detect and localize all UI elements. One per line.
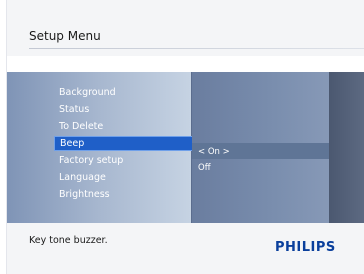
header-bar: Setup Menu xyxy=(7,0,364,56)
side-panel xyxy=(329,72,364,223)
setup-screen: Setup Menu Background Status To Delete B… xyxy=(6,0,364,274)
menu-item-factory-setup[interactable]: Factory setup xyxy=(59,153,123,168)
menu-item-language[interactable]: Language xyxy=(59,170,106,185)
page-title: Setup Menu xyxy=(29,29,101,43)
menu-item-to-delete[interactable]: To Delete xyxy=(59,119,103,134)
spacer xyxy=(7,56,364,72)
menu-area: Background Status To Delete Beep Factory… xyxy=(7,72,364,223)
footer-bar: Key tone buzzer. PHILIPS xyxy=(7,223,364,274)
menu-item-brightness[interactable]: Brightness xyxy=(59,187,110,202)
submenu-option-off[interactable]: Off xyxy=(198,161,211,175)
menu-item-beep[interactable]: Beep xyxy=(54,136,192,151)
help-text: Key tone buzzer. xyxy=(29,235,108,246)
menu-item-background[interactable]: Background xyxy=(59,85,116,100)
header-divider xyxy=(29,48,364,49)
menu-item-status[interactable]: Status xyxy=(59,102,89,117)
submenu-option-on[interactable]: < On > xyxy=(198,145,230,159)
philips-logo: PHILIPS xyxy=(275,240,336,255)
